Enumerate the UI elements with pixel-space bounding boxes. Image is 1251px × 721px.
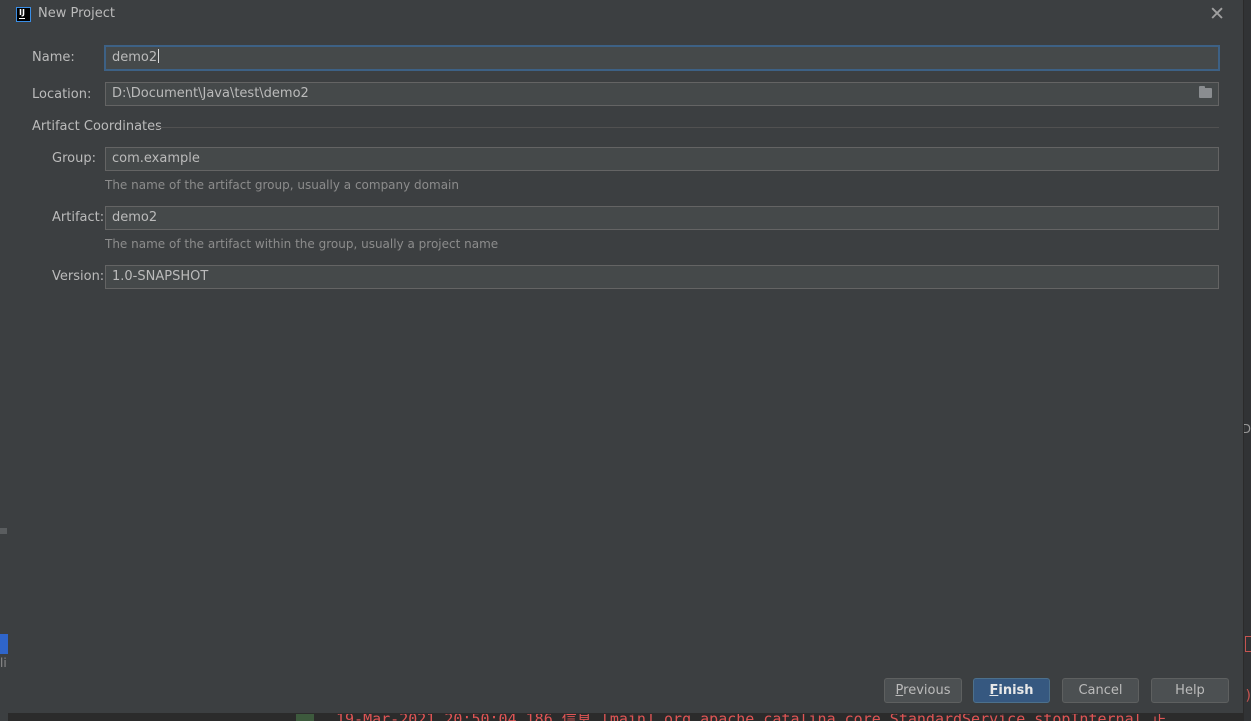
folder-icon[interactable] [1199,86,1212,98]
section-divider [155,127,1219,128]
previous-label: revious [903,683,951,698]
artifact-label: Artifact: [52,210,105,225]
location-label: Location: [32,87,92,102]
name-input-value: demo2 [112,50,158,65]
new-project-dialog: IJ New Project ✕ Name: demo2 Location: D… [8,0,1244,714]
artifact-coordinates-title: Artifact Coordinates [32,119,162,134]
artifact-input[interactable]: demo2 [105,206,1219,230]
finish-button[interactable]: Finish [973,678,1050,703]
version-label: Version: [52,269,105,284]
ide-right-error-glyph: ) [1245,688,1251,704]
version-input[interactable]: 1.0-SNAPSHOT [105,265,1219,289]
name-input[interactable]: demo2 [105,46,1219,70]
location-input-value: D:\Document\Java\test\demo2 [112,86,309,101]
ide-left-panel [0,0,8,721]
group-label: Group: [52,151,96,166]
finish-label: inish [998,683,1034,698]
location-input[interactable]: D:\Document\Java\test\demo2 [105,82,1219,106]
artifact-input-value: demo2 [112,210,158,225]
text-caret [158,49,160,63]
ide-right-error-marker [1245,636,1251,652]
previous-mnemonic: P [895,683,904,698]
version-input-value: 1.0-SNAPSHOT [112,269,209,284]
intellij-icon: IJ [16,7,31,22]
close-icon[interactable]: ✕ [1209,3,1225,25]
name-label: Name: [32,50,75,65]
dialog-titlebar: IJ New Project ✕ [8,0,1243,30]
artifact-hint: The name of the artifact within the grou… [105,237,499,251]
help-button[interactable]: Help [1151,678,1229,703]
group-input[interactable]: com.example [105,147,1219,171]
ide-right-panel [1244,0,1251,721]
dialog-title: New Project [38,6,115,21]
ide-left-selection [0,634,8,654]
cancel-button[interactable]: Cancel [1062,678,1139,703]
group-hint: The name of the artifact group, usually … [105,178,459,192]
group-input-value: com.example [112,151,200,166]
previous-button[interactable]: Previous [884,678,962,703]
ide-left-text: li [0,656,7,670]
ide-left-marker [0,528,7,534]
